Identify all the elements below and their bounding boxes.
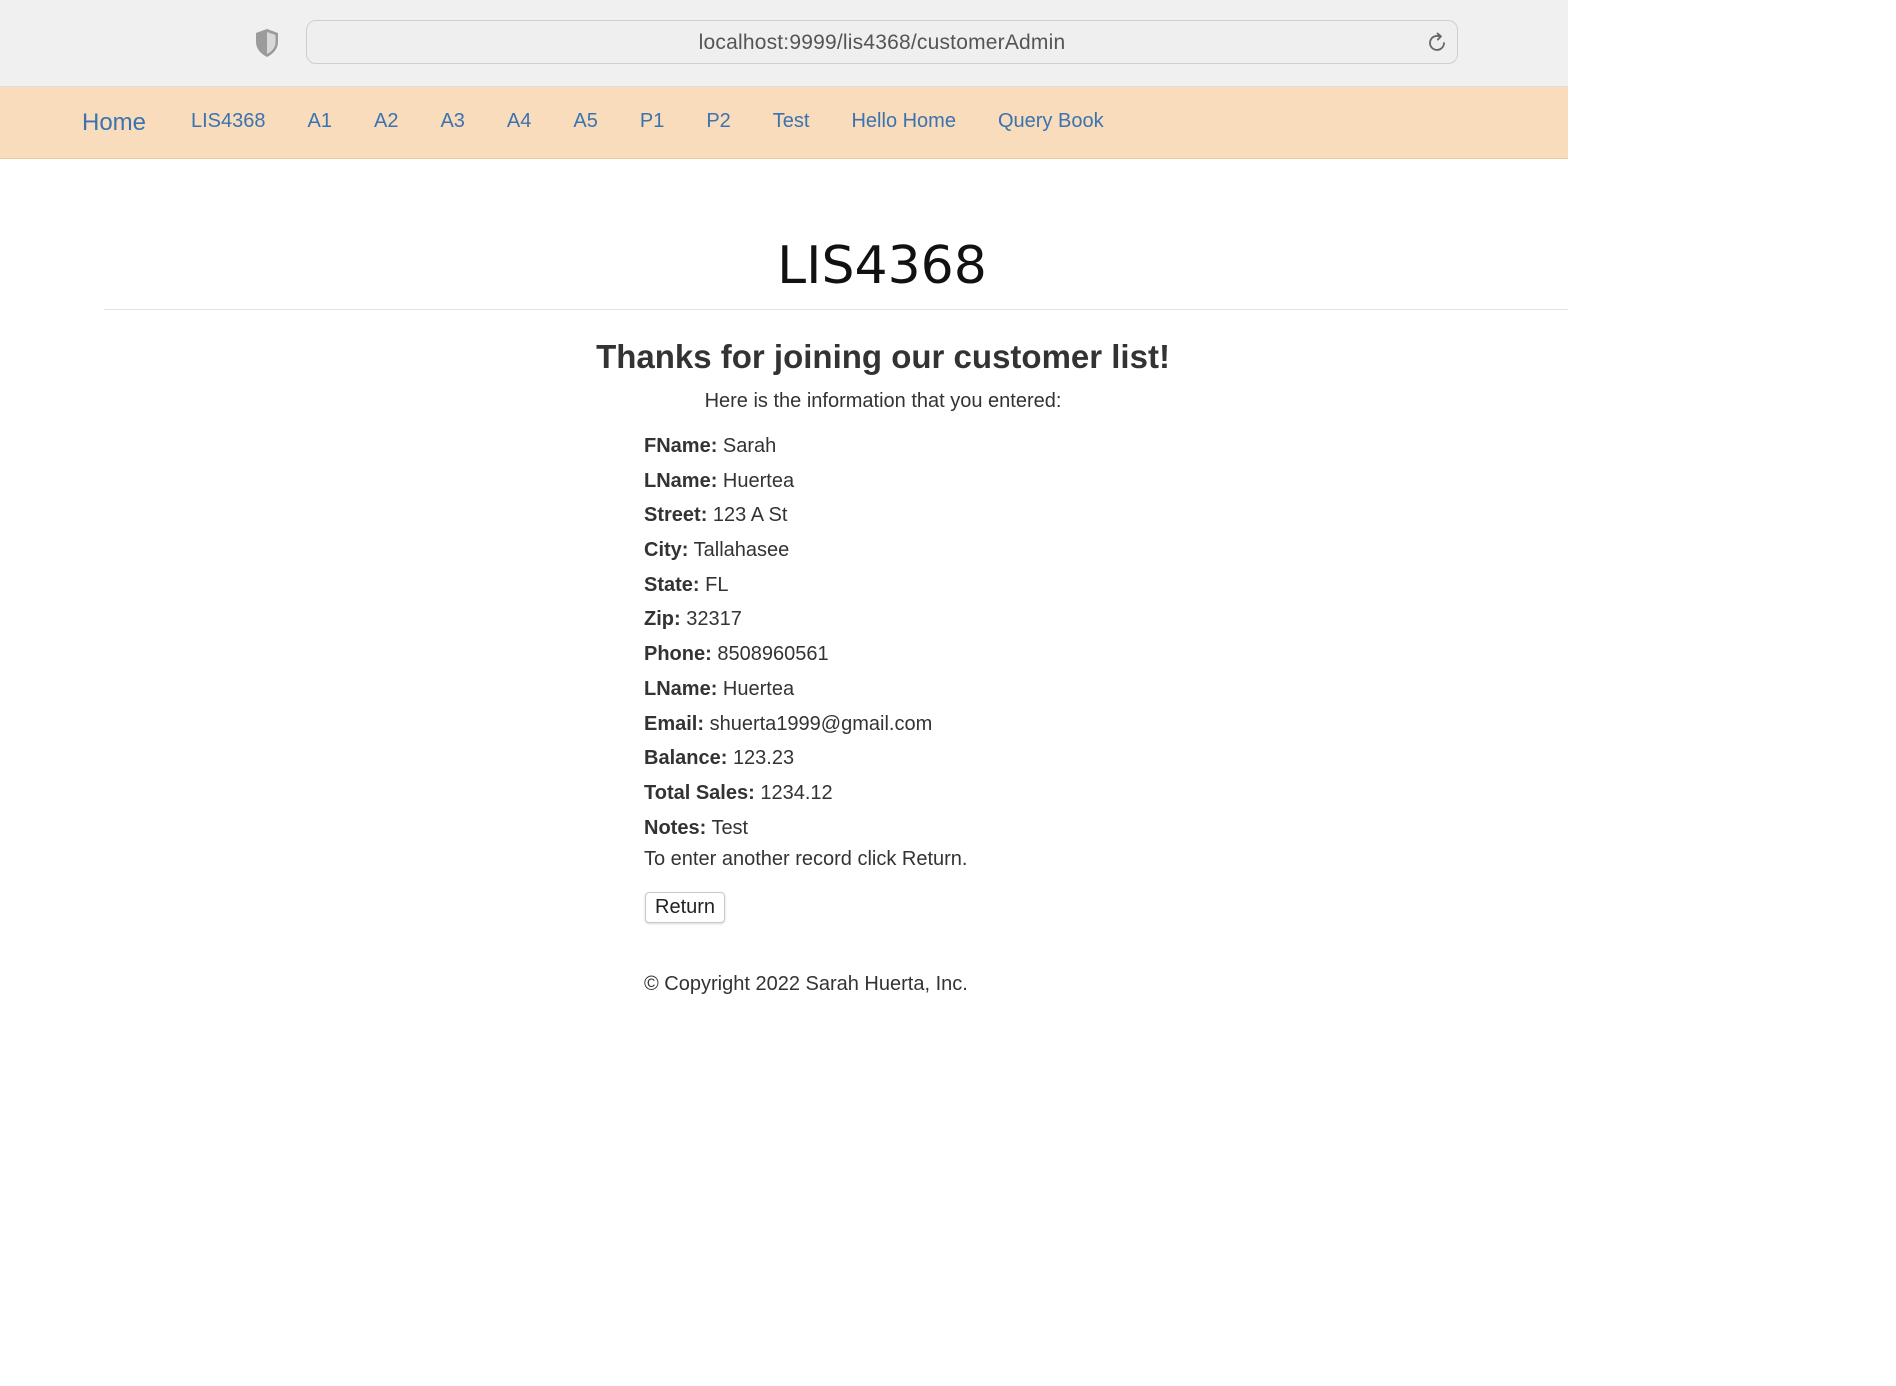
field-value: 1234.12 [760,781,833,804]
nav-item-p2[interactable]: P2 [685,87,751,158]
nav-item-hello-home[interactable]: Hello Home [830,87,976,158]
field-total-sales: Total Sales: 1234.12 [644,779,932,814]
heading-divider [104,309,1568,310]
field-value: Tallahasee [693,539,790,562]
field-city: City: Tallahasee [644,536,932,571]
nav-brand-home[interactable]: Home [82,87,146,158]
field-value: 8508960561 [717,643,829,666]
field-label: Street: [644,504,708,527]
return-instruction: To enter another record click Return. [644,848,968,870]
nav-item-a5[interactable]: A5 [552,87,618,158]
field-phone: Phone: 8508960561 [644,640,932,675]
field-zip: Zip: 32317 [644,605,932,640]
nav-item-a4[interactable]: A4 [486,87,552,158]
page-title: LIS4368 [777,236,987,296]
address-bar[interactable]: localhost:9999/lis4368/customerAdmin [306,20,1458,64]
nav-item-p1[interactable]: P1 [619,87,685,158]
field-label: Total Sales: [644,781,755,804]
field-value: shuerta1999@gmail.com [709,712,933,735]
field-state: State: FL [644,571,932,606]
field-fname: FName: Sarah [644,432,932,467]
field-label: LName: [644,677,718,700]
field-value: FL [705,573,729,596]
url-text[interactable]: localhost:9999/lis4368/customerAdmin [307,21,1457,65]
field-value: Huertea [722,677,795,700]
field-value: Huertea [722,469,795,492]
site-navbar: Home LIS4368 A1 A2 A3 A4 A5 P1 P2 Test H… [0,87,1568,159]
field-label: Email: [644,712,705,735]
browser-toolbar: localhost:9999/lis4368/customerAdmin [0,0,1568,87]
field-label: State: [644,573,700,596]
field-value: 32317 [686,608,742,631]
field-label: City: [644,539,689,562]
nav-menu: LIS4368 A1 A2 A3 A4 A5 P1 P2 Test Hello … [170,87,1125,158]
thanks-heading: Thanks for joining our customer list! [596,338,1170,375]
field-value: 123.23 [732,747,795,770]
field-label: LName: [644,469,718,492]
field-value: Sarah [722,435,777,457]
info-subtitle: Here is the information that you entered… [704,390,1062,412]
field-label: Phone: [644,643,712,666]
field-label: Balance: [644,747,728,770]
nav-item-query-book[interactable]: Query Book [977,87,1125,158]
nav-item-a1[interactable]: A1 [287,87,353,158]
field-balance: Balance: 123.23 [644,744,932,779]
field-label: Notes: [644,816,707,839]
field-street: Street: 123 A St [644,501,932,536]
nav-item-test[interactable]: Test [752,87,831,158]
nav-item-a2[interactable]: A2 [353,87,419,158]
shield-icon[interactable] [254,28,280,58]
field-label: Zip: [644,608,681,631]
nav-item-a3[interactable]: A3 [419,87,485,158]
customer-info-list: FName: Sarah LName: Huertea Street: 123 … [644,432,932,848]
field-notes: Notes: Test [644,814,932,849]
field-lname: LName: Huertea [644,467,932,502]
nav-item-lis4368[interactable]: LIS4368 [170,87,287,158]
field-value: Test [711,816,749,839]
field-label: FName: [644,435,718,457]
field-value: 123 A St [712,504,788,527]
field-lname-repeat: LName: Huertea [644,675,932,710]
return-button[interactable]: Return [645,892,726,923]
reload-icon[interactable] [1425,31,1449,55]
field-email: Email: shuerta1999@gmail.com [644,710,932,745]
copyright-footer: © Copyright 2022 Sarah Huerta, Inc. [644,973,968,995]
